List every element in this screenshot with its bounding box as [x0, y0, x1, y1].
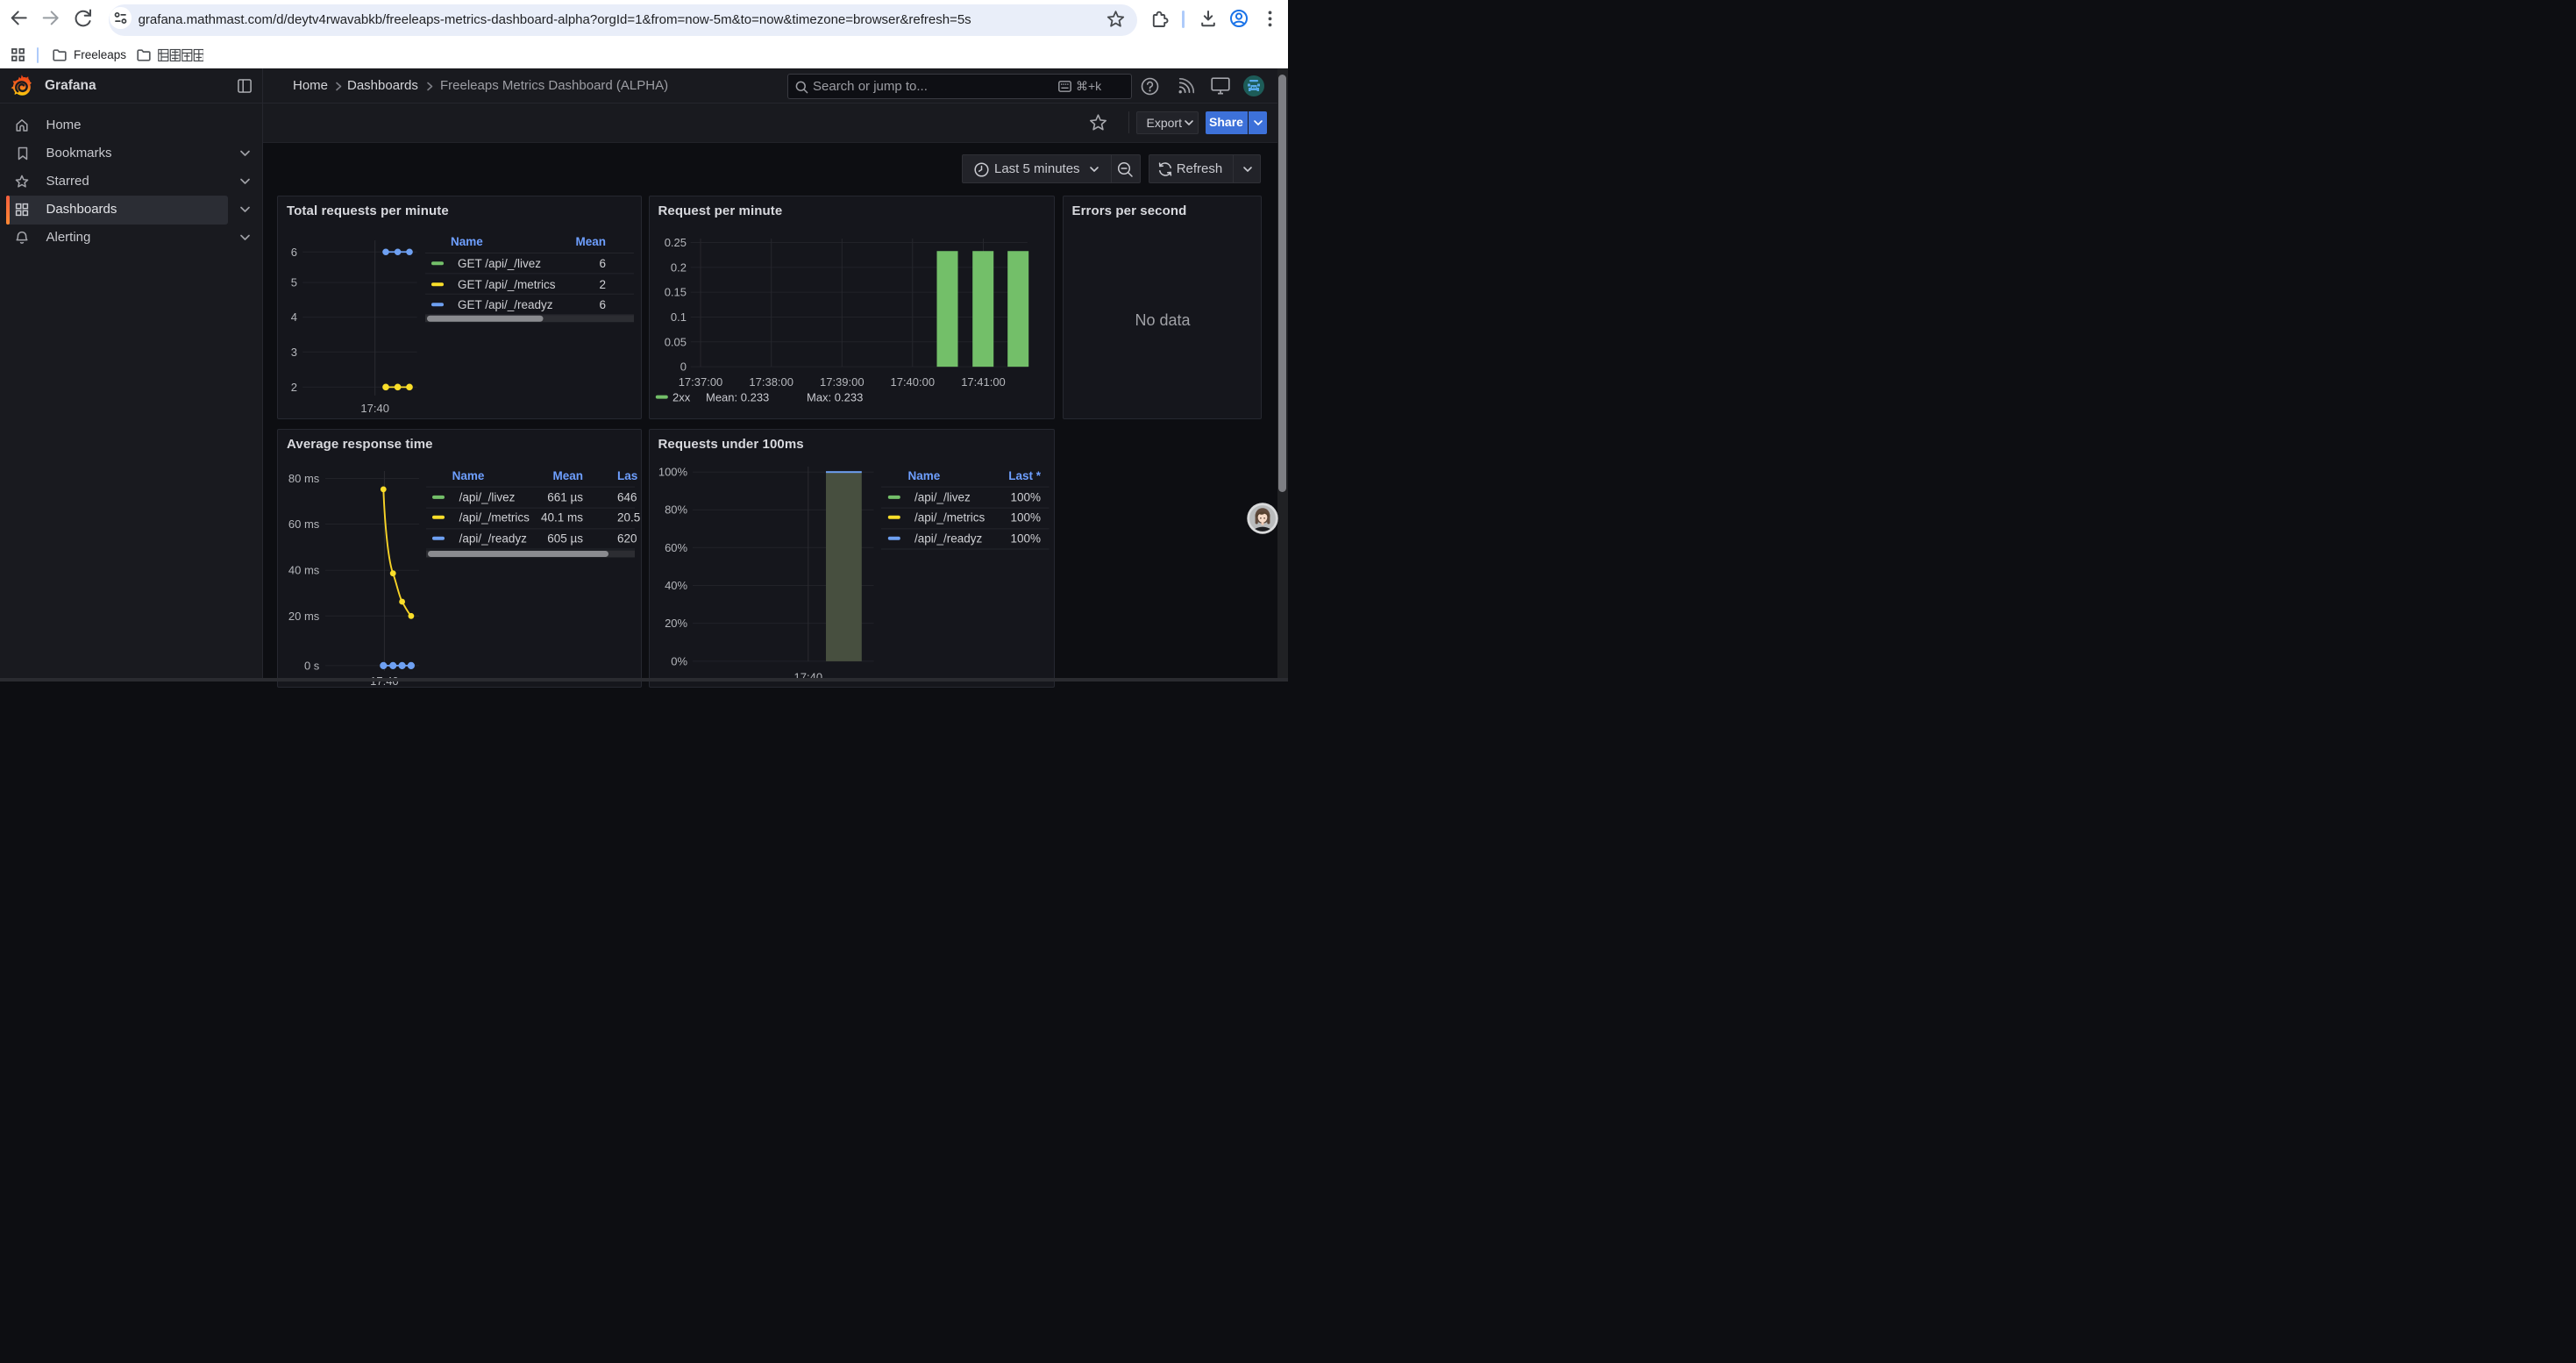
- svg-text:0%: 0%: [671, 654, 687, 667]
- svg-text:20%: 20%: [665, 617, 687, 630]
- svg-text:0.05: 0.05: [664, 335, 686, 348]
- svg-text:17:39:00: 17:39:00: [819, 375, 864, 389]
- svg-text:2xx: 2xx: [672, 390, 691, 403]
- svg-text:605 µs: 605 µs: [547, 532, 583, 545]
- svg-text:0.25: 0.25: [664, 236, 686, 249]
- svg-text:0.15: 0.15: [664, 285, 686, 298]
- svg-text:Mean: 0.233: Mean: 0.233: [706, 390, 769, 403]
- svg-text:620: 620: [617, 532, 637, 545]
- svg-text:0 s: 0 s: [304, 659, 320, 672]
- svg-text:100%: 100%: [1010, 490, 1041, 503]
- svg-text:646: 646: [617, 490, 637, 503]
- svg-text:2: 2: [599, 278, 606, 291]
- svg-text:40 ms: 40 ms: [288, 563, 320, 576]
- svg-text:4: 4: [291, 310, 297, 324]
- svg-text:/api/_/readyz: /api/_/readyz: [459, 532, 528, 545]
- svg-text:/api/_/livez: /api/_/livez: [914, 490, 971, 503]
- svg-text:17:37:00: 17:37:00: [678, 375, 722, 389]
- svg-text:Max: 0.233: Max: 0.233: [807, 390, 863, 403]
- svg-text:20.5 r: 20.5 r: [617, 510, 641, 524]
- svg-text:17:41:00: 17:41:00: [961, 375, 1006, 389]
- svg-text:5: 5: [291, 275, 297, 289]
- svg-text:2: 2: [291, 381, 297, 394]
- svg-text:17:40: 17:40: [360, 402, 389, 415]
- svg-text:100%: 100%: [1010, 532, 1041, 545]
- svg-text:6: 6: [599, 257, 606, 270]
- svg-text:Name: Name: [452, 469, 485, 482]
- svg-text:/api/_/readyz: /api/_/readyz: [914, 532, 983, 545]
- svg-text:3: 3: [291, 346, 297, 359]
- svg-text:Name: Name: [907, 469, 940, 482]
- svg-text:GET /api/_/readyz: GET /api/_/readyz: [458, 298, 553, 311]
- svg-text:GET /api/_/livez: GET /api/_/livez: [458, 257, 541, 270]
- svg-text:100%: 100%: [658, 465, 687, 478]
- svg-text:0.1: 0.1: [670, 310, 686, 324]
- svg-text:GET /api/_/metrics: GET /api/_/metrics: [458, 278, 556, 291]
- svg-text:60 ms: 60 ms: [288, 517, 320, 531]
- svg-text:/api/_/metrics: /api/_/metrics: [459, 510, 530, 524]
- svg-text:80 ms: 80 ms: [288, 472, 320, 485]
- svg-text:/api/_/livez: /api/_/livez: [459, 490, 516, 503]
- svg-text:60%: 60%: [665, 540, 687, 553]
- svg-text:17:40:00: 17:40:00: [890, 375, 935, 389]
- svg-text:100%: 100%: [1010, 510, 1041, 524]
- svg-text:0.2: 0.2: [670, 260, 686, 274]
- svg-text:0: 0: [680, 360, 686, 373]
- svg-text:20 ms: 20 ms: [288, 609, 320, 622]
- svg-text:/api/_/metrics: /api/_/metrics: [914, 510, 986, 524]
- svg-text:6: 6: [599, 298, 606, 311]
- svg-text:17:38:00: 17:38:00: [749, 375, 793, 389]
- svg-text:6: 6: [291, 246, 297, 259]
- svg-text:Mean: Mean: [552, 469, 583, 482]
- svg-text:40.1 ms: 40.1 ms: [541, 510, 583, 524]
- svg-text:Name: Name: [451, 235, 483, 248]
- svg-text:Last *: Last *: [1008, 469, 1042, 482]
- svg-text:40%: 40%: [665, 579, 687, 592]
- svg-text:Mean: Mean: [575, 235, 606, 248]
- svg-text:80%: 80%: [665, 503, 687, 516]
- svg-text:Las: Las: [617, 469, 637, 482]
- svg-text:661 µs: 661 µs: [547, 490, 583, 503]
